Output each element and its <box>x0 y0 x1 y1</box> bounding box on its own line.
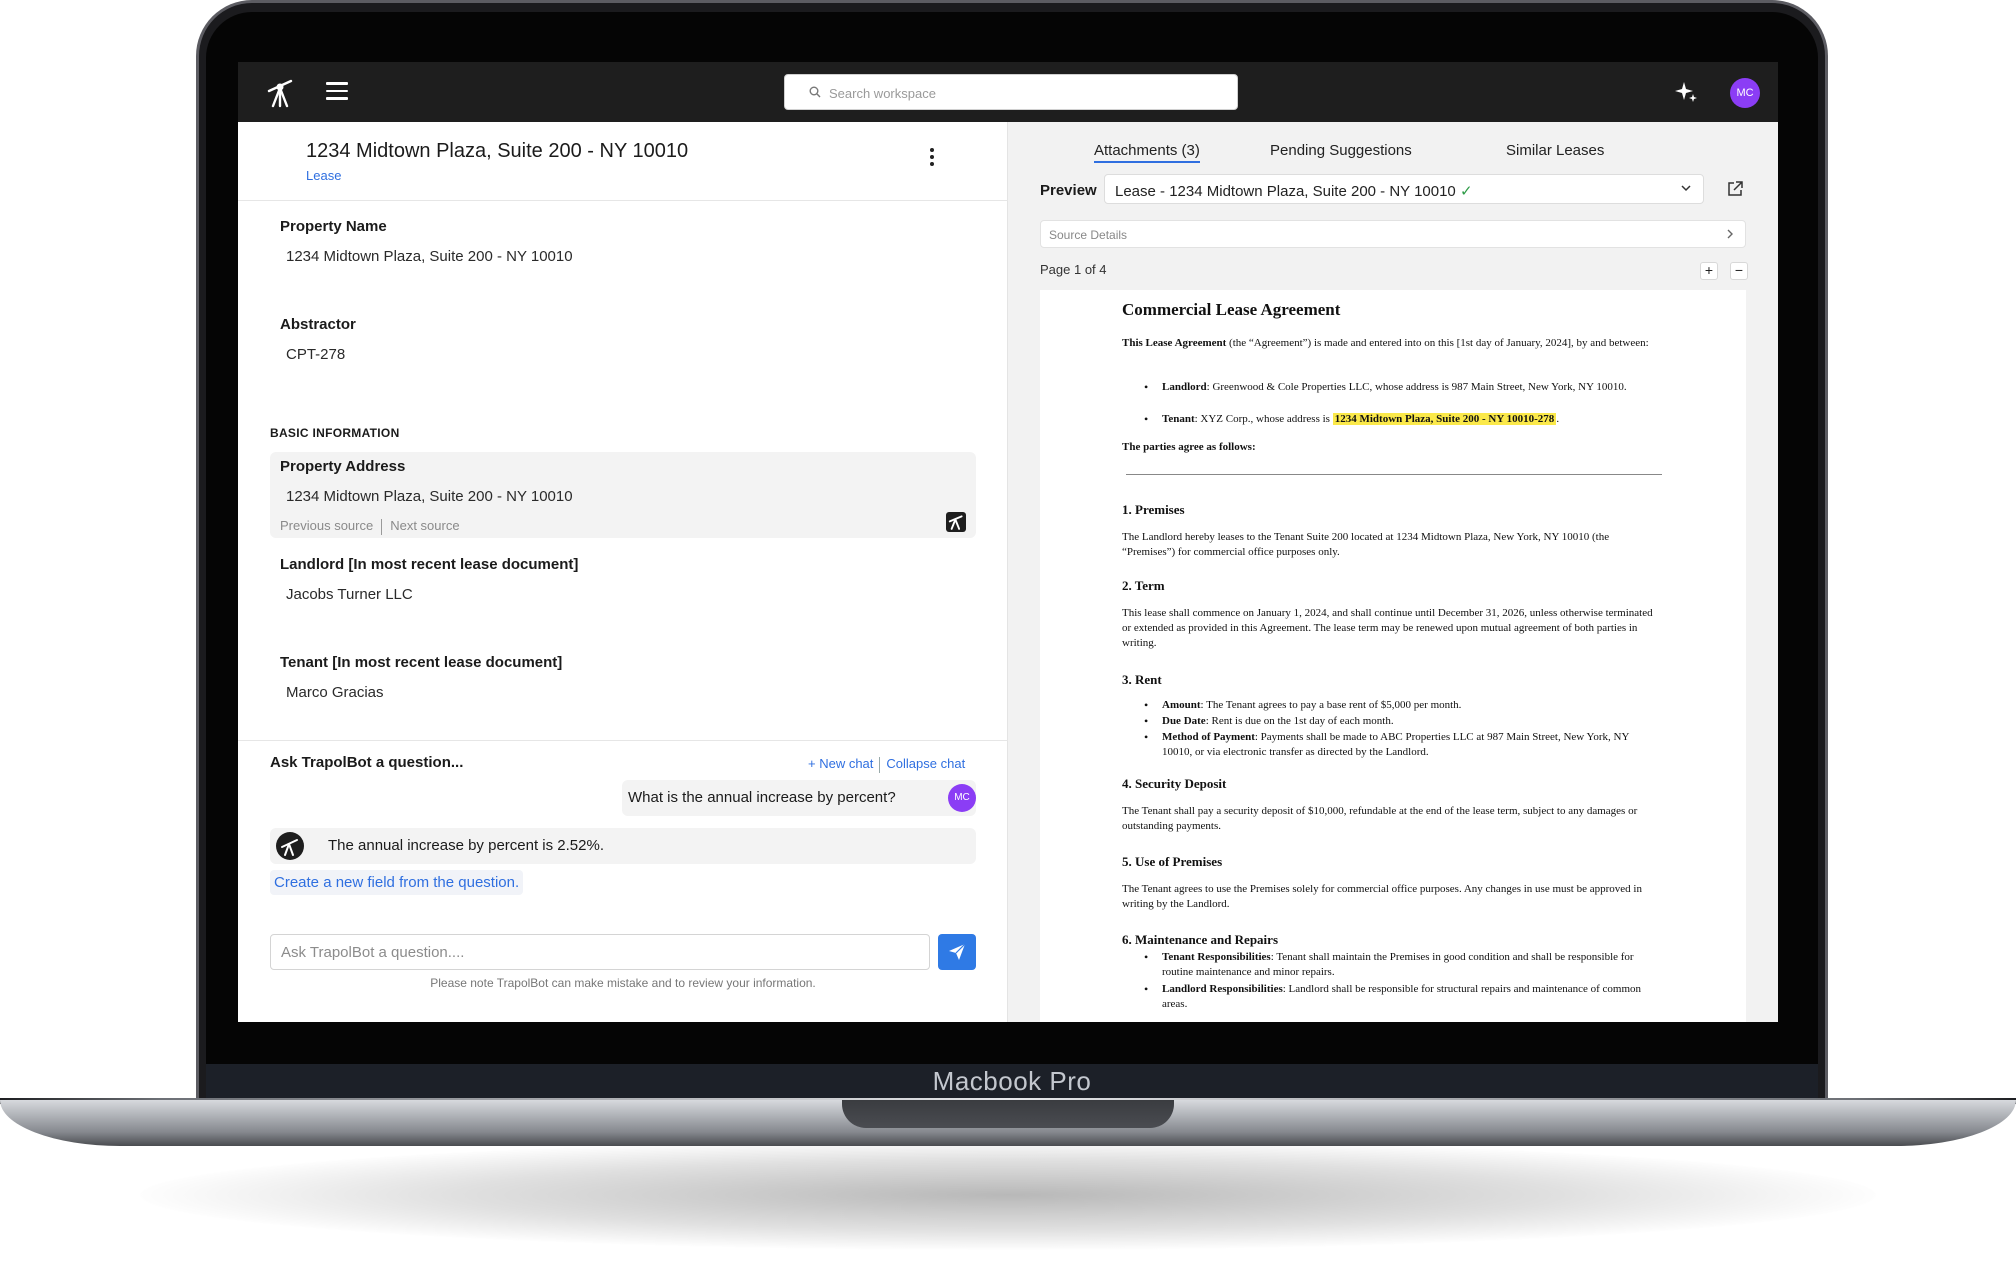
chat-heading: Ask TrapolBot a question... <box>270 754 464 771</box>
document-rule <box>1126 474 1662 475</box>
zoom-out-button[interactable]: − <box>1730 262 1748 280</box>
zoom-in-button[interactable]: + <box>1700 262 1718 280</box>
document-title: Commercial Lease Agreement <box>1122 300 1341 319</box>
selected-document: Lease - 1234 Midtown Plaza, Suite 200 - … <box>1115 183 1473 200</box>
chevron-right-icon <box>1727 229 1733 239</box>
create-field-link[interactable]: Create a new field from the question. <box>270 870 524 895</box>
parties-statement: The parties agree as follows: <box>1122 441 1256 453</box>
abstractor-label: Abstractor <box>280 316 356 333</box>
section-rent-title: 3. Rent <box>1122 672 1162 687</box>
top-bar: MC <box>238 62 1778 122</box>
section-premises-title: 1. Premises <box>1122 502 1185 517</box>
hamburger-menu-icon[interactable] <box>326 82 348 100</box>
divider <box>381 518 383 535</box>
search-box[interactable] <box>784 74 1238 110</box>
section-premises-text: The Landlord hereby leases to the Tenant… <box>1122 531 1610 558</box>
laptop-notch <box>842 1100 1174 1128</box>
new-chat-link[interactable]: + New chat <box>808 756 873 771</box>
landlord-value[interactable]: Jacobs Turner LLC <box>286 586 413 603</box>
document-preview-pane: Attachments (3) Pending Suggestions Simi… <box>1008 122 1778 1022</box>
tab-similar-leases[interactable]: Similar Leases <box>1506 142 1604 159</box>
header-divider <box>238 200 1008 201</box>
tenant-value[interactable]: Marco Gracias <box>286 684 384 701</box>
search-input[interactable] <box>829 81 1219 105</box>
record-details-pane: 1234 Midtown Plaza, Suite 200 - NY 10010… <box>238 122 1008 1022</box>
property-name-value[interactable]: 1234 Midtown Plaza, Suite 200 - NY 10010 <box>286 248 573 265</box>
property-address-label: Property Address <box>280 458 406 475</box>
chat-input[interactable] <box>270 934 930 970</box>
chat-disclaimer: Please note TrapolBot can make mistake a… <box>430 976 816 990</box>
bot-message: The annual increase by percent is 2.52%. <box>270 828 976 864</box>
section-use-title: 5. Use of Premises <box>1122 854 1223 869</box>
tab-pending-suggestions[interactable]: Pending Suggestions <box>1270 142 1412 159</box>
landlord-responsibility-item: Landlord Responsibilities: Landlord shal… <box>1144 982 1662 1012</box>
record-title: 1234 Midtown Plaza, Suite 200 - NY 10010 <box>306 140 689 162</box>
more-options-icon[interactable] <box>922 148 942 170</box>
document-select[interactable]: Lease - 1234 Midtown Plaza, Suite 200 - … <box>1104 174 1704 204</box>
rent-method-item: Method of Payment: Payments shall be mad… <box>1144 730 1662 760</box>
laptop-shadow <box>140 1140 1876 1250</box>
section-deposit-text: The Tenant shall pay a security deposit … <box>1122 805 1638 832</box>
landlord-label: Landlord [In most recent lease document] <box>280 556 579 573</box>
property-address-value[interactable]: 1234 Midtown Plaza, Suite 200 - NY 10010 <box>286 488 573 505</box>
app-screen: MC 1234 Midtown Plaza, Suite 200 - NY 10… <box>238 62 1778 1022</box>
section-use-text: The Tenant agrees to use the Premises so… <box>1122 883 1642 910</box>
section-term-title: 2. Term <box>1122 578 1165 593</box>
user-message-text: What is the annual increase by percent? <box>628 789 896 806</box>
source-details-row[interactable]: Source Details <box>1040 220 1746 248</box>
chat-actions: + New chat Collapse chat <box>808 756 965 773</box>
bot-message-text: The annual increase by percent is 2.52%. <box>328 837 604 854</box>
tab-attachments[interactable]: Attachments (3) <box>1094 142 1200 163</box>
document-page: Commercial Lease Agreement This Lease Ag… <box>1040 290 1746 1022</box>
open-external-icon[interactable] <box>1726 180 1744 198</box>
collapse-chat-link[interactable]: Collapse chat <box>886 756 965 771</box>
tenant-responsibility-item: Tenant Responsibilities: Tenant shall ma… <box>1144 950 1662 980</box>
section-maintenance-title: 6. Maintenance and Repairs <box>1122 932 1278 947</box>
user-avatar[interactable]: MC <box>1730 78 1760 108</box>
rent-due-item: Due Date: Rent is due on the 1st day of … <box>1144 714 1662 729</box>
preview-label: Preview <box>1040 182 1097 199</box>
previous-source-link[interactable]: Previous source <box>280 518 373 533</box>
send-button[interactable] <box>938 934 976 970</box>
send-icon <box>949 943 966 960</box>
search-icon <box>809 86 821 98</box>
record-type-link[interactable]: Lease <box>306 168 341 183</box>
abstractor-value[interactable]: CPT-278 <box>286 346 345 363</box>
section-deposit-title: 4. Security Deposit <box>1122 776 1227 791</box>
chevron-down-icon <box>1681 185 1691 192</box>
source-navigation: Previous source Next source <box>280 518 460 535</box>
rent-amount-item: Amount: The Tenant agrees to pay a base … <box>1144 698 1662 713</box>
tenant-label: Tenant [In most recent lease document] <box>280 654 563 671</box>
landlord-clause: Landlord: Greenwood & Cole Properties LL… <box>1144 380 1662 395</box>
tenant-clause: Tenant: XYZ Corp., whose address is 1234… <box>1144 412 1662 427</box>
user-message-avatar: MC <box>948 784 976 812</box>
trapolbot-avatar-icon <box>276 832 304 860</box>
telescope-logo-icon[interactable] <box>266 76 296 108</box>
basic-information-heading: BASIC INFORMATION <box>270 426 400 440</box>
sparkle-ai-icon[interactable] <box>1674 80 1698 104</box>
chat-divider <box>238 740 1008 741</box>
next-source-link[interactable]: Next source <box>390 518 459 533</box>
property-name-label: Property Name <box>280 218 387 235</box>
section-term-text: This lease shall commence on January 1, … <box>1122 607 1653 649</box>
highlighted-address[interactable]: 1234 Midtown Plaza, Suite 200 - NY 10010… <box>1332 413 1557 425</box>
source-details-label: Source Details <box>1049 228 1128 242</box>
trapolbot-source-icon[interactable] <box>946 512 966 532</box>
page-indicator: Page 1 of 4 <box>1040 262 1107 277</box>
device-label: Macbook Pro <box>932 1066 1092 1096</box>
intro-paragraph: This Lease Agreement (the “Agreement”) i… <box>1122 337 1649 349</box>
user-message: What is the annual increase by percent? … <box>622 780 976 816</box>
verified-check-icon: ✓ <box>1459 183 1473 200</box>
divider <box>879 756 881 773</box>
